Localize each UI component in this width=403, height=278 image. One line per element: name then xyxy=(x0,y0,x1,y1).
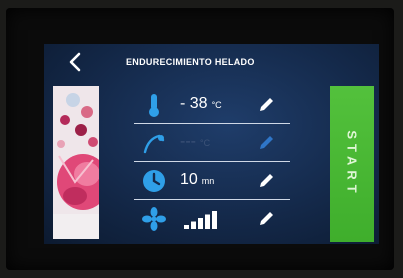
touch-screen: ENDURECIMIENTO HELADO - 38 °C --- °C 10 … xyxy=(44,44,379,244)
thermometer-icon xyxy=(149,94,159,117)
pencil-icon[interactable] xyxy=(256,209,276,229)
temperature-value-text: - 38 xyxy=(180,95,208,112)
fan-icon xyxy=(142,207,166,231)
fan-speed-row[interactable] xyxy=(134,200,290,238)
time-value-text: 10 xyxy=(180,171,198,188)
back-button[interactable] xyxy=(64,50,88,74)
probe-icon xyxy=(143,134,165,154)
pencil-icon[interactable] xyxy=(256,133,276,153)
time-row[interactable]: 10 mn xyxy=(134,162,290,200)
probe-temperature-value: --- °C xyxy=(180,133,210,151)
pencil-icon[interactable] xyxy=(256,95,276,115)
fan-level-bar xyxy=(212,211,217,229)
fan-level-bar xyxy=(205,214,210,229)
pencil-icon[interactable] xyxy=(256,171,276,191)
start-button[interactable]: START xyxy=(330,86,374,242)
probe-temperature-unit: °C xyxy=(199,138,211,148)
product-image xyxy=(53,86,99,239)
probe-temperature-row[interactable]: --- °C xyxy=(134,124,290,162)
probe-temperature-value-text: --- xyxy=(180,133,196,150)
fan-level-bar xyxy=(198,218,203,229)
temperature-value: - 38 °C xyxy=(180,95,222,113)
start-button-label: START xyxy=(344,130,360,198)
temperature-unit: °C xyxy=(211,100,222,110)
chevron-left-icon xyxy=(69,52,81,72)
timer-icon xyxy=(143,170,165,192)
fan-speed-level xyxy=(184,211,217,229)
time-value: 10 mn xyxy=(180,171,214,189)
fan-level-bar xyxy=(191,221,196,229)
parameter-panel: - 38 °C --- °C 10 mn xyxy=(134,86,290,239)
page-title: ENDURECIMIENTO HELADO xyxy=(126,57,255,67)
temperature-row[interactable]: - 38 °C xyxy=(134,86,290,124)
fan-level-bar xyxy=(184,225,189,229)
time-unit: mn xyxy=(201,176,215,186)
